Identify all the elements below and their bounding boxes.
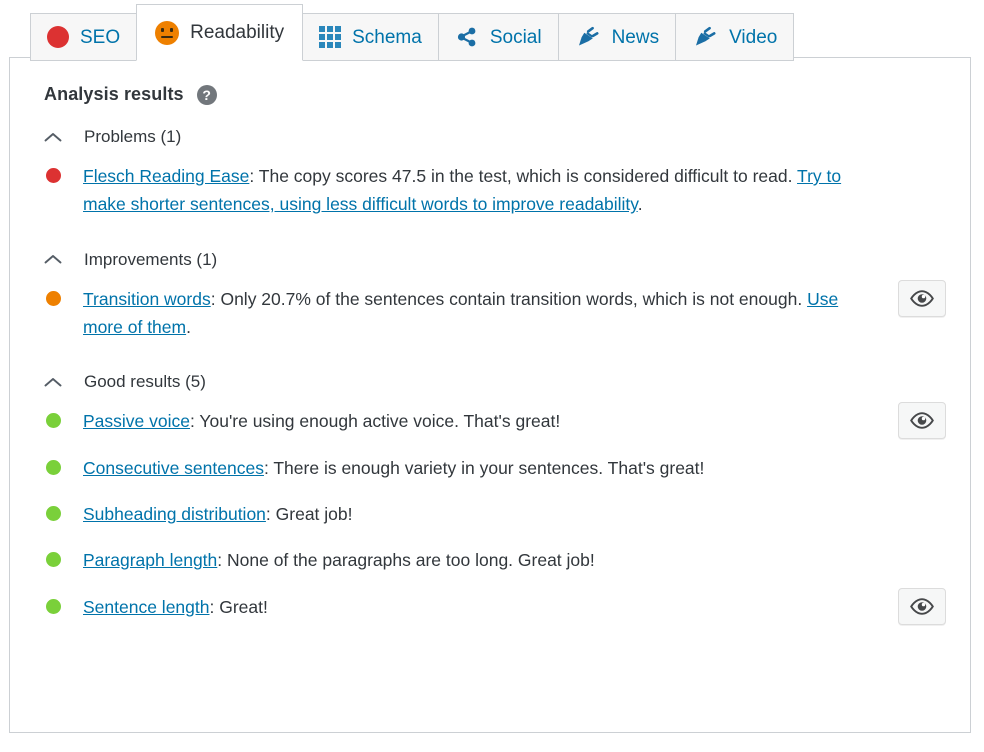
grid-icon (319, 26, 342, 48)
result-assessment-link[interactable]: Paragraph length (83, 550, 217, 570)
eye-icon (910, 597, 934, 615)
analysis-panel: Analysis results ? Problems (1) Flesch Re… (9, 57, 971, 733)
analysis-results-header: Analysis results ? (44, 84, 946, 105)
highlight-in-text-button[interactable] (898, 279, 946, 317)
result-list-problems: Flesch Reading Ease: The copy scores 47.… (36, 153, 946, 228)
group-header-problems[interactable]: Problems (1) (44, 127, 946, 147)
tab-label: Schema (352, 26, 422, 48)
tab-seo[interactable]: SEO (30, 13, 138, 61)
result-item: Sentence length: Great! (36, 584, 946, 630)
result-body-text: : You're using enough active voice. That… (190, 411, 561, 432)
highlight-in-text-button[interactable] (898, 402, 946, 440)
tab-label: News (611, 26, 660, 48)
result-body-text: : Great job! (265, 504, 353, 525)
tab-label: Social (489, 26, 542, 48)
analysis-tab-strip: SEO Readability Schema Social News Video (30, 4, 795, 61)
group-header-good-results[interactable]: Good results (5) (44, 372, 946, 392)
result-status-bullet (46, 168, 61, 183)
result-assessment-link[interactable]: Flesch Reading Ease (83, 166, 249, 186)
group-title: Improvements (1) (84, 249, 218, 269)
result-list-improvements: Transition words: Only 20.7% of the sent… (36, 276, 946, 351)
result-body-text: : Great! (209, 596, 268, 617)
result-text: Passive voice: You're using enough activ… (83, 407, 560, 435)
result-assessment-link[interactable]: Sentence length (83, 597, 210, 617)
readability-analysis-panel: SEO Readability Schema Social News Video Anal… (0, 0, 984, 752)
result-body-text: : Only 20.7% of the sentences contain tr… (210, 288, 808, 309)
result-status-bullet (46, 506, 61, 522)
share-icon (457, 27, 476, 47)
result-body-text: : The copy scores 47.5 in the test, whic… (249, 166, 798, 186)
result-item: Flesch Reading Ease: The copy scores 47.… (36, 153, 946, 228)
result-item: Paragraph length: None of the paragraphs… (36, 537, 946, 583)
result-assessment-link[interactable]: Consecutive sentences (83, 458, 264, 478)
plug-icon (696, 26, 716, 46)
tab-schema[interactable]: Schema (302, 13, 439, 61)
tab-social[interactable]: Social (437, 13, 559, 61)
group-title: Good results (5) (84, 372, 206, 392)
highlight-in-text-button[interactable] (898, 587, 946, 625)
tab-video[interactable]: Video (675, 13, 795, 61)
result-status-bullet (46, 459, 61, 475)
result-text: Sentence length: Great! (83, 593, 268, 621)
result-text: Flesch Reading Ease: The copy scores 47.… (83, 162, 876, 219)
result-item: Consecutive sentences: There is enough v… (36, 445, 946, 491)
group-title: Problems (1) (84, 127, 182, 146)
result-item: Subheading distribution: Great job! (36, 491, 946, 537)
tab-label: Readability (190, 22, 285, 43)
analysis-groups: Problems (1) Flesch Reading Ease: The cop… (36, 127, 946, 630)
result-text: Subheading distribution: Great job! (83, 500, 353, 528)
result-status-bullet (46, 552, 61, 568)
result-assessment-link[interactable]: Passive voice (83, 411, 190, 431)
result-assessment-link[interactable]: Subheading distribution (83, 504, 266, 524)
tab-readability[interactable]: Readability (136, 4, 304, 61)
result-body-text: : None of the paragraphs are too long. G… (217, 550, 595, 571)
eye-icon (910, 412, 934, 430)
result-status-bullet (46, 413, 61, 429)
result-text: Paragraph length: None of the paragraphs… (83, 546, 595, 574)
seo-bullet-icon (47, 26, 69, 48)
eye-icon (910, 289, 934, 307)
result-status-bullet (46, 290, 61, 306)
result-text: Transition words: Only 20.7% of the sent… (83, 285, 876, 342)
plug-icon (578, 26, 599, 46)
result-text: Consecutive sentences: There is enough v… (83, 454, 704, 482)
chevron-up-icon (44, 377, 62, 387)
tab-label: Video (729, 26, 778, 48)
result-body-text: : There is enough variety in your senten… (263, 457, 705, 478)
result-item: Transition words: Only 20.7% of the sent… (36, 276, 946, 351)
result-list-good-results: Passive voice: You're using enough activ… (36, 398, 946, 630)
result-body-tail: . (186, 317, 191, 338)
result-body-tail: . (637, 194, 643, 215)
chevron-up-icon (44, 132, 62, 141)
result-assessment-link[interactable]: Transition words (83, 289, 211, 309)
analysis-panel-inner: Analysis results ? Problems (1) Flesch Re… (10, 58, 970, 630)
neutral-face-icon (155, 20, 180, 45)
chevron-up-icon (44, 255, 62, 264)
group-header-improvements[interactable]: Improvements (1) (44, 250, 946, 270)
tab-label: SEO (80, 26, 121, 48)
help-icon[interactable]: ? (196, 84, 217, 105)
result-status-bullet (46, 598, 61, 614)
result-item: Passive voice: You're using enough activ… (36, 398, 946, 444)
tab-news[interactable]: News (557, 13, 677, 61)
page-title: Analysis results (44, 84, 184, 104)
